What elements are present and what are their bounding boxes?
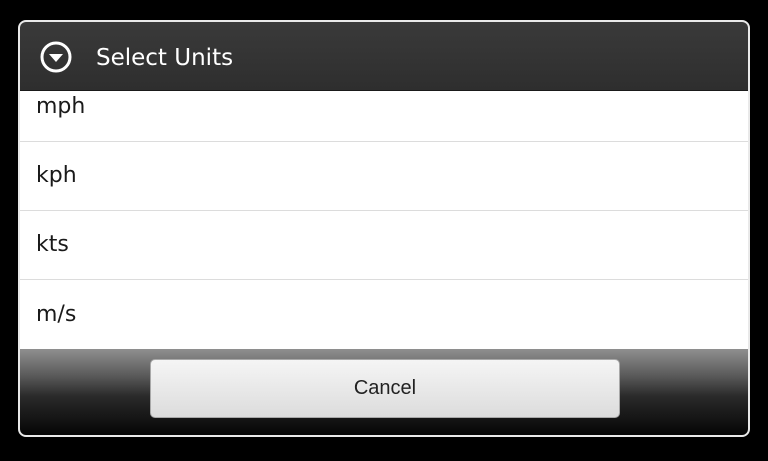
dialog-footer: Cancel <box>20 349 748 435</box>
list-item-label: kph <box>36 163 77 188</box>
list-item-kts[interactable]: kts <box>20 211 748 280</box>
units-list: mph kph kts m/s <box>20 91 748 349</box>
select-units-dialog: Select Units mph kph kts m/s Cancel <box>18 20 750 437</box>
list-item-label: kts <box>36 232 69 257</box>
list-item-ms[interactable]: m/s <box>20 281 748 349</box>
dialog-titlebar: Select Units <box>20 22 748 91</box>
dialog-title: Select Units <box>96 45 234 71</box>
list-item-kph[interactable]: kph <box>20 142 748 211</box>
list-item-mph[interactable]: mph <box>20 91 748 142</box>
chevron-down-circle-icon <box>40 41 72 73</box>
list-item-label: mph <box>36 94 86 119</box>
list-item-label: m/s <box>36 302 77 327</box>
cancel-button[interactable]: Cancel <box>150 359 620 418</box>
